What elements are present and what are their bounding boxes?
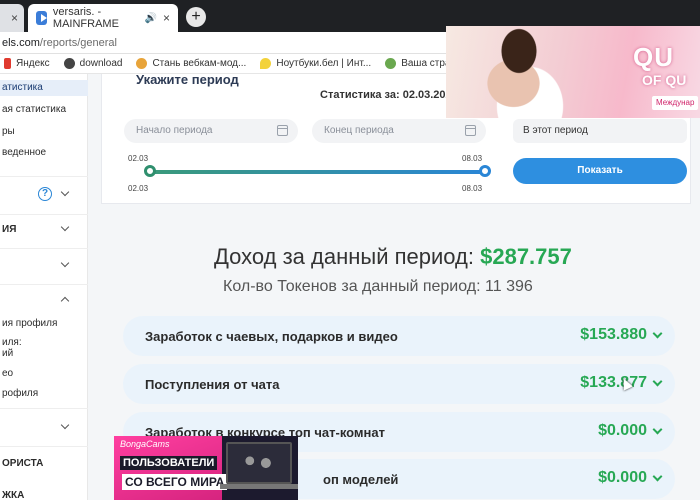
ad-headline: QU: [633, 42, 674, 72]
chevron-down-icon[interactable]: [652, 424, 663, 435]
bookmark-label: Стань вебкам-мод...: [152, 58, 247, 69]
earnings-row[interactable]: Заработок с чаевых, подарков и видео $15…: [123, 316, 675, 356]
close-tab-icon[interactable]: ×: [11, 11, 18, 25]
ad-tag: Междунар: [652, 96, 699, 110]
earnings-row-value: $153.880: [580, 326, 647, 343]
ad-banner-top[interactable]: QU OF QU Междунар: [446, 26, 700, 118]
sidebar-divider: [0, 176, 88, 177]
browser-tab-previous[interactable]: ×: [0, 4, 24, 32]
show-button[interactable]: Показать: [513, 158, 687, 184]
date-range-slider[interactable]: [149, 170, 485, 174]
chevron-down-icon[interactable]: [60, 420, 70, 430]
yandex-icon: [4, 58, 11, 69]
laptop-icon: [226, 442, 292, 484]
sidebar-divider: [0, 408, 88, 409]
sidebar-item-profile[interactable]: ия профиля: [2, 318, 57, 329]
sidebar-item-section[interactable]: ИЯ: [2, 224, 16, 235]
sidebar-divider: [0, 446, 88, 447]
end-date-placeholder: Конец периода: [324, 125, 394, 136]
start-date-placeholder: Начало периода: [136, 125, 213, 136]
sidebar-item-video[interactable]: ео: [2, 368, 13, 379]
range-start-handle[interactable]: [144, 165, 156, 177]
start-date-input[interactable]: Начало периода: [124, 119, 298, 143]
earnings-row[interactable]: Поступления от чата $133.877: [123, 364, 675, 404]
chevron-down-icon[interactable]: [652, 376, 663, 387]
chevron-down-icon[interactable]: [652, 328, 663, 339]
ad-photo: [464, 28, 574, 118]
sidebar-divider: [0, 284, 88, 285]
earnings-row-value: $133.877: [580, 374, 647, 391]
ad-banner-bottom[interactable]: BongaCams ПОЛЬЗОВАТЕЛИ СО ВСЕГО МИРА: [114, 436, 298, 500]
earnings-row-label: Заработок с чаевых, подарков и видео: [145, 329, 398, 344]
help-icon[interactable]: ?: [38, 187, 52, 201]
range-end-label: 08.03: [462, 154, 483, 163]
bookmark-download[interactable]: download: [63, 58, 123, 69]
screen: × versaris. - MAINFRAME 🔊 × + els.com/re…: [0, 0, 700, 500]
new-tab-button[interactable]: +: [186, 7, 206, 27]
speaker-icon[interactable]: 🔊: [145, 13, 157, 24]
sidebar-item-3[interactable]: ры: [2, 126, 15, 137]
chevron-up-icon[interactable]: [60, 296, 70, 306]
sidebar-divider: [0, 214, 88, 215]
sidebar-item-7[interactable]: ий: [2, 348, 13, 359]
income-label: Доход за данный период:: [214, 244, 474, 269]
ad-line-2: СО ВСЕГО МИРА: [122, 474, 228, 490]
bookmark-webcam[interactable]: Стань вебкам-мод...: [136, 58, 246, 69]
period-title: Укажите период: [136, 72, 239, 87]
sidebar: атистика ая статистика ры веденное ? ИЯ …: [0, 74, 88, 500]
bookmark-label: Яндекс: [16, 58, 50, 69]
income-value: $287.757: [480, 244, 572, 269]
globe-icon: [63, 58, 75, 69]
calendar-icon[interactable]: [277, 125, 288, 136]
url-path: /reports/general: [39, 37, 117, 49]
sidebar-item-statistics[interactable]: атистика: [0, 80, 88, 96]
calendar-icon[interactable]: [465, 125, 476, 136]
url-host: els.com: [2, 37, 40, 49]
sidebar-divider: [0, 248, 88, 249]
earnings-row-label: Поступления от чата: [145, 377, 280, 392]
range-end-handle[interactable]: [479, 165, 491, 177]
chevron-down-icon[interactable]: [60, 222, 70, 232]
globe-icon: [136, 58, 148, 69]
range-start-label-bottom: 02.03: [128, 184, 149, 193]
browser-tab-active[interactable]: versaris. - MAINFRAME 🔊 ×: [28, 4, 178, 32]
earnings-row-label: оп моделей: [323, 472, 399, 487]
end-date-input[interactable]: Конец периода: [312, 119, 486, 143]
bookmark-label: Ноутбуки.бел | Инт...: [276, 58, 372, 69]
banana-icon: [260, 58, 272, 69]
period-select[interactable]: В этот период: [513, 119, 687, 143]
tab-title: versaris. - MAINFRAME: [52, 6, 119, 30]
sidebar-item-4[interactable]: веденное: [2, 147, 46, 158]
range-start-label: 02.03: [128, 154, 149, 163]
sidebar-item-artist[interactable]: ОРИСТА: [2, 458, 43, 469]
earnings-row-value: $0.000: [598, 422, 647, 439]
close-tab-icon[interactable]: ×: [163, 11, 170, 25]
sidebar-item-support[interactable]: ЖКА: [2, 490, 24, 500]
tokens-summary: Кол-во Токенов за данный период: 11 396: [223, 278, 533, 295]
leaf-icon: [385, 58, 397, 69]
chevron-down-icon[interactable]: [60, 187, 70, 197]
sidebar-item-stats-2[interactable]: ая статистика: [2, 104, 66, 115]
range-end-label-bottom: 08.03: [462, 184, 483, 193]
bookmark-notebooks[interactable]: Ноутбуки.бел | Инт...: [260, 58, 371, 69]
chevron-down-icon[interactable]: [60, 258, 70, 268]
chevron-down-icon[interactable]: [652, 471, 663, 482]
sidebar-item-profile-2[interactable]: рофиля: [2, 388, 38, 399]
earnings-row-value: $0.000: [598, 469, 647, 486]
video-favicon-icon: [36, 11, 47, 25]
ad-line-1: ПОЛЬЗОВАТЕЛИ: [120, 456, 218, 470]
ad-logo: BongaCams: [120, 439, 170, 449]
sidebar-item-6[interactable]: иля:: [2, 337, 22, 348]
bookmark-label: download: [79, 58, 123, 69]
income-summary: Доход за данный период: $287.757: [214, 244, 572, 270]
laptop-base: [220, 484, 298, 489]
ad-subheadline: OF QU: [642, 72, 687, 88]
period-select-value: В этот период: [523, 125, 588, 136]
bookmark-yandex[interactable]: Яндекс: [4, 58, 50, 69]
